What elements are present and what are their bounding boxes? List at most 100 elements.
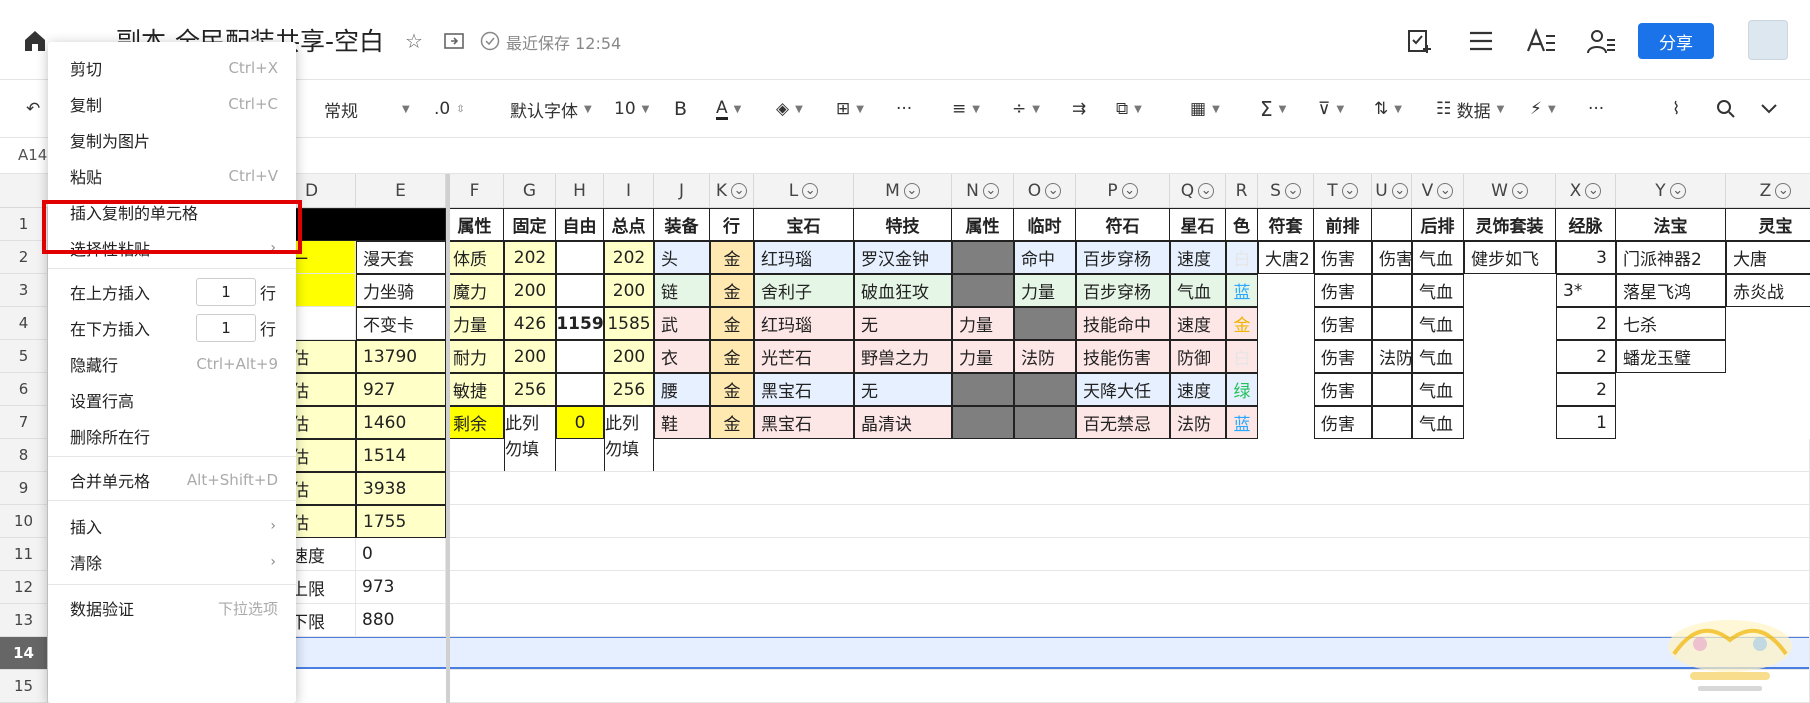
cell-w2[interactable]: 健步如飞 (1464, 241, 1556, 274)
menu-item-13[interactable]: 插入 › (48, 508, 296, 544)
row-header-12[interactable]: 12 (0, 571, 48, 604)
cell-o4[interactable] (1014, 307, 1076, 340)
row-header-7[interactable]: 7 (0, 406, 48, 439)
cell-i5[interactable]: 200 (604, 340, 654, 373)
cell-y4[interactable]: 七杀 (1616, 307, 1726, 340)
cell-p7[interactable]: 百无禁忌 (1076, 406, 1170, 439)
cell-l2[interactable]: 红玛瑙 (754, 241, 854, 274)
column-header-o[interactable]: O ⌄ (1014, 174, 1076, 208)
menu-item-12[interactable]: 合并单元格 Alt+Shift+D (48, 462, 296, 498)
cell-e2[interactable]: 漫天套 (356, 241, 446, 274)
header-cell-w[interactable]: 灵饰套装 (1464, 208, 1556, 241)
column-dropdown-icon[interactable]: ⌄ (802, 182, 819, 199)
row-header-3[interactable]: 3 (0, 274, 48, 307)
filter-icon[interactable]: ⊽ ▼ (1318, 95, 1344, 123)
empty-row-11[interactable] (446, 538, 1810, 571)
cell-t7[interactable]: 伤害 (1314, 406, 1372, 439)
column-dropdown-icon[interactable]: ⌄ (982, 182, 999, 199)
cell-i2[interactable]: 202 (604, 241, 654, 274)
cell-f6[interactable]: 敏捷 (446, 373, 504, 406)
cell-v4[interactable]: 气血 (1412, 307, 1464, 340)
menu-item-15[interactable]: 数据验证 下拉选项 (48, 590, 296, 626)
column-header-f[interactable]: F (446, 174, 504, 208)
empty-row-14[interactable] (446, 637, 1810, 670)
border-icon[interactable]: ⊞ ▼ (836, 95, 864, 123)
cell-w5[interactable] (1464, 340, 1556, 373)
empty-row-9[interactable] (446, 472, 1810, 505)
column-dropdown-icon[interactable]: ⌄ (1437, 182, 1454, 199)
more-icon[interactable]: ··· (1588, 95, 1604, 123)
cell-x4[interactable]: 2 (1556, 307, 1616, 340)
column-header-u[interactable]: U ⌄ (1372, 174, 1412, 208)
cell-k6[interactable]: 金 (710, 373, 754, 406)
empty-row-15[interactable] (446, 670, 1810, 703)
header-cell-s[interactable]: 符套 (1258, 208, 1314, 241)
menu-item-11[interactable]: 删除所在行 (48, 418, 296, 454)
cell-p6[interactable]: 天降大任 (1076, 373, 1170, 406)
fill-color-icon[interactable]: ◈ ▼ (776, 95, 803, 123)
column-header-j[interactable]: J (654, 174, 710, 208)
cell-z4[interactable] (1726, 307, 1810, 340)
menu-item-8[interactable]: 在下方插入 1 行 (48, 310, 296, 346)
cell-f3[interactable]: 魔力 (446, 274, 504, 307)
row-header-2[interactable]: 2 (0, 241, 48, 274)
cell-w6[interactable] (1464, 373, 1556, 406)
cell-g4[interactable]: 426 (504, 307, 556, 340)
cell-f5[interactable]: 耐力 (446, 340, 504, 373)
cell-i3[interactable]: 200 (604, 274, 654, 307)
cell-v6[interactable]: 气血 (1412, 373, 1464, 406)
empty-row-10[interactable] (446, 505, 1810, 538)
column-header-g[interactable]: G (504, 174, 556, 208)
row-header-11[interactable]: 11 (0, 538, 48, 571)
empty-row-12[interactable] (446, 571, 1810, 604)
row-header-15[interactable]: 15 (0, 670, 48, 703)
cell-m5[interactable]: 野兽之力 (854, 340, 952, 373)
cell-e11[interactable]: 0 (356, 538, 446, 571)
column-dropdown-icon[interactable]: ⌄ (1045, 182, 1062, 199)
header-cell-y[interactable]: 法宝 (1616, 208, 1726, 241)
cell-y7[interactable] (1616, 406, 1726, 439)
cell-j7[interactable]: 鞋 (654, 406, 710, 439)
sort-icon[interactable]: ⇅ ▼ (1374, 95, 1402, 123)
cell-z5[interactable] (1726, 340, 1810, 373)
cell-z6[interactable] (1726, 373, 1810, 406)
column-dropdown-icon[interactable]: ⌄ (1511, 182, 1528, 199)
cell-m2[interactable]: 罗汉金钟 (854, 241, 952, 274)
cell-h3[interactable] (556, 274, 604, 307)
cell-n4[interactable]: 力量 (952, 307, 1014, 340)
header-cell-x[interactable]: 经脉 (1556, 208, 1616, 241)
cell-m4[interactable]: 无 (854, 307, 952, 340)
cell-r2[interactable]: 白 (1226, 241, 1258, 274)
column-dropdown-icon[interactable]: ⌄ (731, 182, 748, 199)
cell-e7[interactable]: 1460 (356, 406, 446, 439)
column-dropdown-icon[interactable]: ⌄ (1585, 182, 1602, 199)
header-cell-r[interactable]: 色 (1226, 208, 1258, 241)
cell-m7[interactable]: 晶清诀 (854, 406, 952, 439)
cell-h7[interactable]: 0 (556, 406, 604, 439)
cell-h4[interactable]: 1159 (556, 307, 604, 340)
cell-q7[interactable]: 法防 (1170, 406, 1226, 439)
cell-x5[interactable]: 2 (1556, 340, 1616, 373)
cell-t5[interactable]: 伤害 (1314, 340, 1372, 373)
cell-e6[interactable]: 927 (356, 373, 446, 406)
cell-x7[interactable]: 1 (1556, 406, 1616, 439)
cell-n6[interactable] (952, 373, 1014, 406)
cell-n7[interactable] (952, 406, 1014, 439)
row-count-input[interactable]: 1 (196, 278, 256, 306)
cell-e3[interactable]: 力坐骑 (356, 274, 446, 307)
more-icon[interactable]: ··· (896, 95, 912, 123)
header-cell-h[interactable]: 自由 (556, 208, 604, 241)
column-dropdown-icon[interactable]: ⌄ (903, 182, 920, 199)
empty-row-8[interactable] (446, 439, 1810, 472)
cell-z2[interactable]: 大唐 (1726, 241, 1810, 274)
conditional-format-icon[interactable]: ▦ ▼ (1190, 95, 1220, 123)
cell-n5[interactable]: 力量 (952, 340, 1014, 373)
cell-q5[interactable]: 防御 (1170, 340, 1226, 373)
cell-u4[interactable] (1372, 307, 1412, 340)
menu-item-4[interactable]: 粘贴 Ctrl+V (48, 158, 296, 194)
header-cell-f[interactable]: 属性 (446, 208, 504, 241)
font-color-button[interactable]: A ▼ (716, 95, 741, 123)
cell-j6[interactable]: 腰 (654, 373, 710, 406)
star-icon[interactable]: ☆ (402, 29, 426, 53)
cell-g5[interactable]: 200 (504, 340, 556, 373)
